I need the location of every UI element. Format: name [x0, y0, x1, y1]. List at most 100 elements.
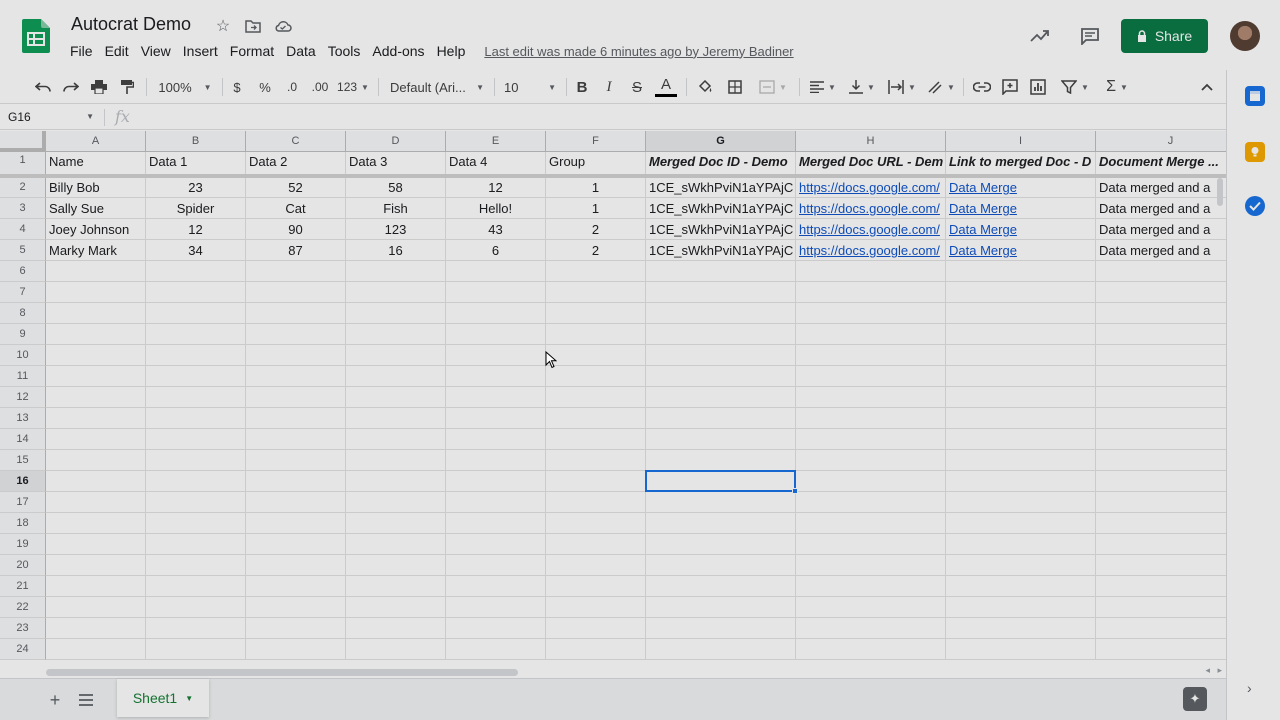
table-cell[interactable]: Billy Bob [46, 177, 146, 198]
scroll-left-icon[interactable]: ◂ [1205, 665, 1210, 676]
empty-cell[interactable] [546, 345, 646, 366]
row-header-15[interactable]: 15 [0, 450, 46, 471]
row-header-14[interactable]: 14 [0, 429, 46, 450]
insert-link-icon[interactable] [972, 76, 992, 98]
empty-cell[interactable] [1096, 576, 1226, 597]
empty-cell[interactable] [346, 618, 446, 639]
redo-icon[interactable] [61, 76, 81, 98]
font-family-select[interactable]: Default (Ari... ▼ [390, 76, 484, 98]
empty-cell[interactable] [546, 303, 646, 324]
empty-cell[interactable] [346, 345, 446, 366]
row-header-16[interactable]: 16 [0, 471, 46, 492]
empty-cell[interactable] [796, 492, 946, 513]
empty-cell[interactable] [446, 534, 546, 555]
text-rotation-icon[interactable]: ▼ [925, 76, 957, 98]
empty-cell[interactable] [46, 639, 146, 660]
empty-cell[interactable] [1096, 429, 1226, 450]
empty-cell[interactable] [1096, 492, 1226, 513]
empty-cell[interactable] [146, 282, 246, 303]
zoom-select[interactable]: 100% ▼ [158, 76, 212, 98]
empty-cell[interactable] [346, 366, 446, 387]
empty-cell[interactable] [146, 555, 246, 576]
table-cell[interactable]: 87 [246, 240, 346, 261]
column-header-c[interactable]: C [246, 131, 346, 152]
table-cell[interactable]: Data Merge [946, 177, 1096, 198]
empty-cell[interactable] [446, 513, 546, 534]
row-header-3[interactable]: 3 [0, 198, 46, 219]
empty-cell[interactable] [646, 513, 796, 534]
empty-cell[interactable] [646, 345, 796, 366]
table-cell[interactable]: Data Merge [946, 240, 1096, 261]
empty-cell[interactable] [446, 408, 546, 429]
empty-cell[interactable] [46, 513, 146, 534]
empty-cell[interactable] [796, 450, 946, 471]
row-header-6[interactable]: 6 [0, 261, 46, 282]
table-cell[interactable]: Fish [346, 198, 446, 219]
empty-cell[interactable] [1096, 471, 1226, 492]
table-cell[interactable]: Data Merge [946, 198, 1096, 219]
table-cell[interactable]: 1 [546, 198, 646, 219]
empty-cell[interactable] [446, 261, 546, 282]
empty-cell[interactable] [146, 513, 246, 534]
empty-cell[interactable] [546, 324, 646, 345]
empty-cell[interactable] [46, 387, 146, 408]
empty-cell[interactable] [246, 576, 346, 597]
row-header-12[interactable]: 12 [0, 387, 46, 408]
empty-cell[interactable] [46, 366, 146, 387]
empty-cell[interactable] [946, 618, 1096, 639]
empty-cell[interactable] [246, 597, 346, 618]
empty-cell[interactable] [646, 555, 796, 576]
text-color-button[interactable]: A [655, 76, 677, 98]
empty-cell[interactable] [796, 366, 946, 387]
empty-cell[interactable] [796, 534, 946, 555]
empty-cell[interactable] [796, 639, 946, 660]
calendar-icon[interactable] [1245, 86, 1265, 106]
format-currency-button[interactable]: $ [228, 76, 246, 98]
empty-cell[interactable] [646, 387, 796, 408]
empty-cell[interactable] [546, 387, 646, 408]
empty-cell[interactable] [946, 513, 1096, 534]
empty-cell[interactable] [646, 408, 796, 429]
frozen-row-divider[interactable] [0, 174, 1226, 178]
active-cell-selection[interactable] [645, 470, 796, 492]
empty-cell[interactable] [246, 408, 346, 429]
sheet-tab-sheet1[interactable]: Sheet1 ▼ [117, 679, 209, 717]
empty-cell[interactable] [246, 429, 346, 450]
paint-format-icon[interactable] [117, 76, 137, 98]
empty-cell[interactable] [46, 324, 146, 345]
table-cell[interactable]: Data merged and a [1096, 198, 1226, 219]
column-header-e[interactable]: E [446, 131, 546, 152]
column-header-j[interactable]: J [1096, 131, 1226, 152]
column-header-g[interactable]: G [646, 131, 796, 152]
move-folder-icon[interactable] [243, 16, 263, 36]
empty-cell[interactable] [346, 597, 446, 618]
empty-cell[interactable] [546, 408, 646, 429]
decrease-decimal-button[interactable]: .0 [282, 76, 302, 98]
spreadsheet-grid[interactable]: A B C D E F G H I J 1 2 3 4 5 6 7 8 9 10 11 12 13 14 15 16 17 18 19 2… [0, 131, 1226, 666]
last-edit-link[interactable]: Last edit was made 6 minutes ago by Jere… [484, 44, 793, 59]
empty-cell[interactable] [246, 492, 346, 513]
row-header-10[interactable]: 10 [0, 345, 46, 366]
empty-cell[interactable] [646, 534, 796, 555]
table-cell[interactable]: 12 [446, 177, 546, 198]
empty-cell[interactable] [146, 618, 246, 639]
empty-cell[interactable] [946, 576, 1096, 597]
empty-cell[interactable] [46, 555, 146, 576]
empty-cell[interactable] [796, 429, 946, 450]
table-cell[interactable]: 2 [546, 219, 646, 240]
empty-cell[interactable] [946, 282, 1096, 303]
text-wrapping-icon[interactable]: ▼ [885, 76, 919, 98]
format-percent-button[interactable]: % [256, 76, 274, 98]
empty-cell[interactable] [646, 639, 796, 660]
empty-cell[interactable] [146, 429, 246, 450]
empty-cell[interactable] [346, 408, 446, 429]
row-header-18[interactable]: 18 [0, 513, 46, 534]
row-header-11[interactable]: 11 [0, 366, 46, 387]
empty-cell[interactable] [546, 576, 646, 597]
empty-cell[interactable] [546, 513, 646, 534]
empty-cell[interactable] [1096, 261, 1226, 282]
empty-cell[interactable] [546, 639, 646, 660]
table-cell[interactable]: Data Merge [946, 219, 1096, 240]
table-cell[interactable]: 52 [246, 177, 346, 198]
column-header-f[interactable]: F [546, 131, 646, 152]
